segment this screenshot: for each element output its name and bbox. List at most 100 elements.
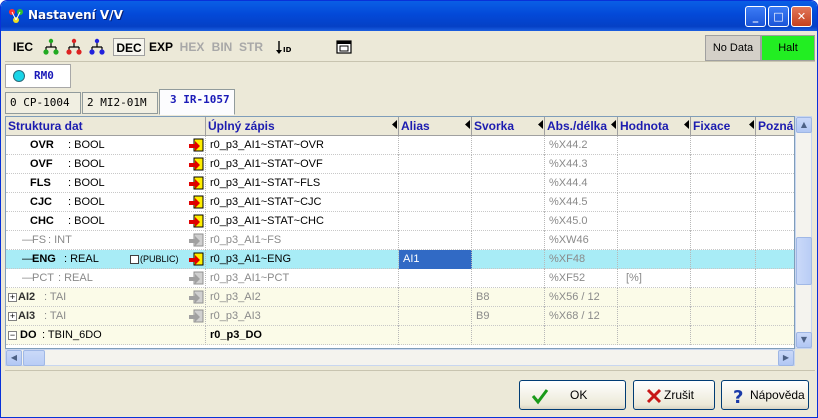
scroll-up-button[interactable]: ▲ bbox=[796, 117, 812, 133]
table-row[interactable]: — FS : INT r0_p3_AI1~FS %XW46 bbox=[6, 231, 794, 250]
fix-cell[interactable] bbox=[691, 231, 756, 250]
note-cell[interactable] bbox=[756, 193, 794, 212]
col-fixace[interactable]: Fixace bbox=[691, 117, 756, 136]
note-cell[interactable] bbox=[756, 231, 794, 250]
fix-cell[interactable] bbox=[691, 155, 756, 174]
pin-connected-icon[interactable] bbox=[188, 157, 204, 172]
col-uplny-zapis[interactable]: Úplný zápis bbox=[206, 117, 399, 136]
pin-connected-icon[interactable] bbox=[188, 195, 204, 210]
tab-module-0[interactable]: 0 CP-1004 bbox=[5, 92, 81, 114]
table-row[interactable]: — PCT : REAL r0_p3_AI1~PCT %XF52 [%] bbox=[6, 269, 794, 288]
value-cell[interactable] bbox=[618, 326, 691, 345]
value-cell[interactable] bbox=[618, 212, 691, 231]
fix-cell[interactable] bbox=[691, 288, 756, 307]
alias-cell[interactable] bbox=[399, 307, 472, 326]
vertical-scroll-thumb[interactable] bbox=[796, 237, 812, 285]
alias-cell[interactable] bbox=[399, 136, 472, 155]
alias-cell-selected[interactable]: AI1 bbox=[399, 250, 472, 269]
fix-cell[interactable] bbox=[691, 193, 756, 212]
sort-id-icon[interactable]: ID bbox=[273, 38, 291, 56]
table-row[interactable]: CHC : BOOL r0_p3_AI1~STAT~CHC %X45.0 bbox=[6, 212, 794, 231]
note-cell[interactable] bbox=[756, 155, 794, 174]
pin-connected-icon[interactable] bbox=[188, 138, 204, 153]
col-svorka[interactable]: Svorka bbox=[472, 117, 545, 136]
tab-module-2[interactable]: 2 MI2-01M bbox=[82, 92, 158, 114]
minimize-button[interactable]: _ bbox=[745, 6, 766, 27]
fix-cell[interactable] bbox=[691, 250, 756, 269]
value-cell[interactable] bbox=[618, 155, 691, 174]
table-row[interactable]: FLS : BOOL r0_p3_AI1~STAT~FLS %X44.4 bbox=[6, 174, 794, 193]
note-cell[interactable] bbox=[756, 250, 794, 269]
pin-unconnected-icon[interactable] bbox=[188, 233, 204, 248]
fix-cell[interactable] bbox=[691, 307, 756, 326]
note-cell[interactable] bbox=[756, 326, 794, 345]
network-green-icon[interactable] bbox=[42, 38, 60, 56]
col-alias[interactable]: Alias bbox=[399, 117, 472, 136]
maximize-button[interactable]: □ bbox=[768, 6, 789, 27]
note-cell[interactable] bbox=[756, 174, 794, 193]
col-abs-delka[interactable]: Abs./délka bbox=[545, 117, 618, 136]
value-cell[interactable] bbox=[618, 307, 691, 326]
expand-icon[interactable]: + bbox=[8, 293, 17, 302]
fix-cell[interactable] bbox=[691, 174, 756, 193]
pin-unconnected-icon[interactable] bbox=[188, 290, 204, 305]
value-cell[interactable] bbox=[618, 231, 691, 250]
alias-cell[interactable] bbox=[399, 269, 472, 288]
col-poznamka[interactable]: Pozná bbox=[756, 117, 794, 136]
scroll-right-button[interactable]: ▶ bbox=[778, 350, 794, 366]
fix-cell[interactable] bbox=[691, 212, 756, 231]
cancel-button[interactable]: Zrušit bbox=[633, 380, 715, 410]
station-tab-rm0[interactable]: RM0 bbox=[5, 64, 71, 88]
network-blue-icon[interactable] bbox=[88, 38, 106, 56]
table-row[interactable]: + AI3 : TAI r0_p3_AI3 B9 %X68 / 12 bbox=[6, 307, 794, 326]
table-row[interactable]: OVR : BOOL r0_p3_AI1~STAT~OVR %X44.2 bbox=[6, 136, 794, 155]
col-struktura-dat[interactable]: Struktura dat bbox=[6, 117, 206, 136]
col-hodnota[interactable]: Hodnota bbox=[618, 117, 691, 136]
pin-connected-icon[interactable] bbox=[188, 176, 204, 191]
table-row[interactable]: CJC : BOOL r0_p3_AI1~STAT~CJC %X44.5 bbox=[6, 193, 794, 212]
alias-cell[interactable] bbox=[399, 193, 472, 212]
value-cell[interactable] bbox=[618, 288, 691, 307]
pin-unconnected-icon[interactable] bbox=[188, 309, 204, 324]
window-view-icon[interactable] bbox=[335, 38, 353, 56]
pin-connected-icon[interactable] bbox=[188, 252, 204, 267]
alias-cell[interactable] bbox=[399, 174, 472, 193]
table-row[interactable]: + AI2 : TAI r0_p3_AI2 B8 %X56 / 12 bbox=[6, 288, 794, 307]
horizontal-scrollbar[interactable]: ◀ ▶ bbox=[5, 349, 795, 366]
note-cell[interactable] bbox=[756, 136, 794, 155]
fix-cell[interactable] bbox=[691, 326, 756, 345]
horizontal-scroll-thumb[interactable] bbox=[23, 350, 45, 366]
table-row-selected[interactable]: — ENG : REAL (PUBLIC) r0_p3_AI1~ENG AI1 … bbox=[6, 250, 794, 269]
network-red-icon[interactable] bbox=[65, 38, 83, 56]
tab-module-3[interactable]: 3 IR-1057 bbox=[159, 89, 235, 115]
pin-unconnected-icon[interactable] bbox=[188, 271, 204, 286]
expand-icon[interactable]: + bbox=[8, 312, 17, 321]
value-cell[interactable] bbox=[618, 136, 691, 155]
alias-cell[interactable] bbox=[399, 212, 472, 231]
public-checkbox[interactable] bbox=[130, 255, 139, 264]
table-row[interactable]: OVF : BOOL r0_p3_AI1~STAT~OVF %X44.3 bbox=[6, 155, 794, 174]
value-cell[interactable]: [%] bbox=[618, 269, 691, 288]
fix-cell[interactable] bbox=[691, 136, 756, 155]
vertical-scrollbar[interactable]: ▲ ▼ bbox=[795, 116, 812, 349]
title-bar[interactable]: Nastavení V/V _ □ ✕ bbox=[1, 1, 817, 31]
alias-cell[interactable] bbox=[399, 288, 472, 307]
close-button[interactable]: ✕ bbox=[791, 6, 812, 27]
collapse-icon[interactable]: − bbox=[8, 331, 17, 340]
dec-button[interactable]: DEC bbox=[113, 38, 145, 56]
exp-button[interactable]: EXP bbox=[147, 38, 175, 56]
fix-cell[interactable] bbox=[691, 269, 756, 288]
value-cell[interactable] bbox=[618, 193, 691, 212]
scroll-down-button[interactable]: ▼ bbox=[796, 332, 812, 348]
ok-button[interactable]: OK bbox=[519, 380, 626, 410]
note-cell[interactable] bbox=[756, 212, 794, 231]
scroll-left-button[interactable]: ◀ bbox=[6, 350, 22, 366]
note-cell[interactable] bbox=[756, 307, 794, 326]
table-row[interactable]: − DO : TBIN_6DO r0_p3_DO bbox=[6, 326, 794, 345]
alias-cell[interactable] bbox=[399, 155, 472, 174]
alias-cell[interactable] bbox=[399, 326, 472, 345]
hex-button[interactable]: HEX bbox=[177, 38, 207, 56]
pin-connected-icon[interactable] bbox=[188, 214, 204, 229]
help-button[interactable]: ? Nápověda bbox=[721, 380, 809, 410]
value-cell[interactable] bbox=[618, 174, 691, 193]
